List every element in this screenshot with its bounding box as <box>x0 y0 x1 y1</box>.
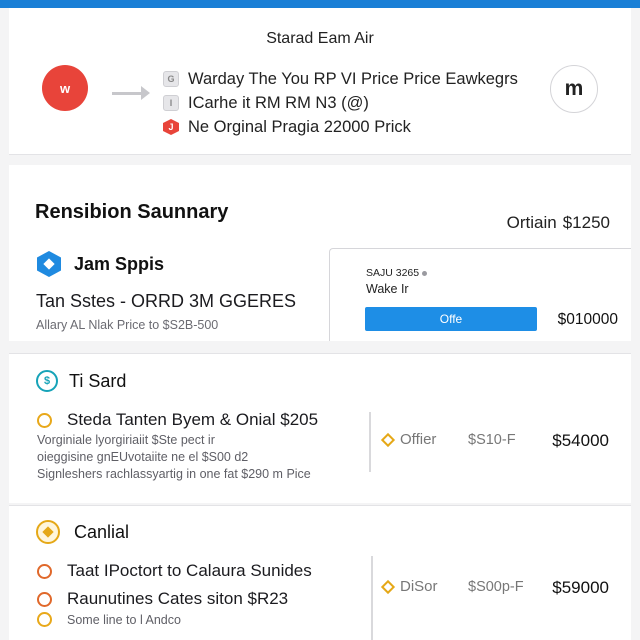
header-card: Starad Eam Air w G Warday The You RP VI … <box>9 8 631 155</box>
item-price: $59000 <box>552 578 609 597</box>
list-item[interactable]: Some line to l Andco <box>37 612 181 627</box>
shield-icon <box>37 251 61 277</box>
item-detail: Vorginiale lyorgiriaiit $Ste pect ir <box>37 433 215 447</box>
item-text: Some line to l Andco <box>67 612 181 627</box>
diamond-icon <box>380 432 396 447</box>
document-icon: G <box>163 71 179 87</box>
origin-label: Ortiain <box>506 213 557 232</box>
item-title: Ti Sard <box>69 370 127 391</box>
offer-link-label: Offier <box>400 431 437 448</box>
offer-button[interactable]: Offe <box>365 307 537 331</box>
vendor-name: Jam Sppis <box>74 253 165 274</box>
radio-icon <box>37 612 52 627</box>
offer-panel: SAJU 3265 Wake Ir Offe $010000 <box>329 248 631 341</box>
header-line-3: J Ne Orginal Pragia 22000 Prick <box>163 116 411 138</box>
divider <box>371 556 373 640</box>
arrow-right-icon <box>112 86 150 100</box>
section-title: Rensibion Saunnary <box>35 201 229 223</box>
item-detail: Signleshers rachlassyartig in one fat $2… <box>37 467 311 481</box>
offer-code: SAJU 3265 <box>366 267 420 279</box>
offer-range: $S00p-F <box>468 579 524 595</box>
radio-icon <box>37 412 52 428</box>
summary-subline: Allary AL Nlak Price to $S2B-500 <box>36 318 219 332</box>
radio-icon <box>37 591 52 607</box>
offer-sublabel: Wake Ir <box>366 282 409 296</box>
item-header[interactable]: Canlial <box>36 520 129 544</box>
offer-link[interactable]: DiSor <box>380 578 438 595</box>
badge-icon <box>36 520 60 544</box>
radio-icon <box>37 563 52 579</box>
dollar-icon: $ <box>36 370 58 392</box>
header-line-text: ICarhe it RM RM N3 (@) <box>188 93 369 112</box>
item-detail: oieggisine gnEUvotaiite ne el $S00 d2 <box>37 450 249 464</box>
avatar[interactable]: w <box>42 65 88 111</box>
item-card: $ Ti Sard Steda Tanten Byem & Onial $205… <box>9 353 631 503</box>
offer-price: $010000 <box>557 311 618 328</box>
header-line-2: I ICarhe it RM RM N3 (@) <box>163 92 369 114</box>
item-title: Canlial <box>74 521 130 542</box>
vendor-row[interactable]: Jam Sppis <box>37 251 164 277</box>
header-line-text: Warday The You RP VI Price Price Eawkegr… <box>188 69 518 88</box>
offer-link-label: DiSor <box>400 578 438 595</box>
status-dot-icon <box>422 270 428 276</box>
item-text: Taat IPoctort to Calaura Sunides <box>67 561 312 580</box>
diamond-icon <box>380 579 396 594</box>
item-header[interactable]: $ Ti Sard <box>36 370 126 392</box>
list-item[interactable]: Steda Tanten Byem & Onial $205 <box>37 410 318 430</box>
item-text: Steda Tanten Byem & Onial $205 <box>67 410 319 429</box>
list-item[interactable]: Taat IPoctort to Calaura Sunides <box>37 561 312 581</box>
offer-range: $S10-F <box>468 432 516 448</box>
offer-link[interactable]: Offier <box>380 431 437 448</box>
list-item[interactable]: Raunutines Cates siton $R23 <box>37 589 288 609</box>
user-avatar[interactable]: m <box>550 65 598 113</box>
header-line-1: G Warday The You RP VI Price Price Eawke… <box>163 68 518 90</box>
document-icon: I <box>163 95 179 111</box>
item-text: Raunutines Cates siton $R23 <box>67 589 289 608</box>
item-price: $54000 <box>552 431 609 450</box>
page-title: Starad Eam Air <box>266 30 374 47</box>
offer-label: SAJU 3265 <box>366 267 428 279</box>
summary-line: Tan Sstes - ORRD 3M GGERES <box>36 291 297 311</box>
header-line-text: Ne Orginal Pragia 22000 Prick <box>188 117 411 136</box>
origin-total: Ortiain $1250 <box>507 213 610 233</box>
alert-hex-icon: J <box>163 119 179 135</box>
origin-amount: $1250 <box>562 213 610 232</box>
divider <box>369 412 371 472</box>
summary-card: Rensibion Saunnary Ortiain $1250 Jam Sppi… <box>9 165 631 341</box>
item-card: Canlial Taat IPoctort to Calaura Sunides… <box>9 505 631 640</box>
top-accent-bar <box>0 0 640 8</box>
